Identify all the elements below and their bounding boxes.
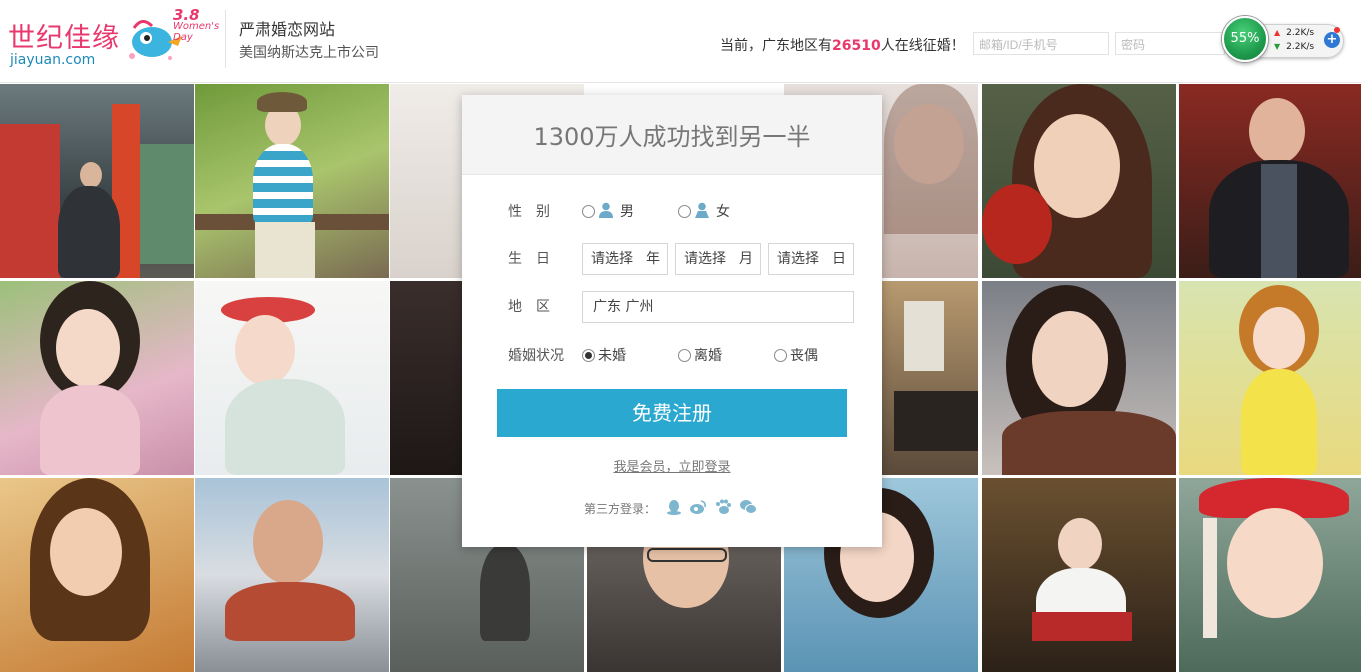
birth-day-select[interactable]: 请选择日: [768, 243, 854, 275]
womens-day-badge: 3.8 Women's Day: [173, 6, 220, 44]
site-title: 严肃婚恋网站: [239, 20, 336, 39]
marital-single-radio[interactable]: [582, 349, 595, 362]
region-label: 地 区: [508, 299, 550, 315]
notification-dot: [1334, 27, 1340, 33]
birthday-label: 生 日: [508, 251, 550, 267]
network-speed-widget[interactable]: 55% ▲ 2.2K/s ▼ 2.2K/s +: [1222, 16, 1344, 62]
region-row: 地 区 广东 广州: [462, 291, 882, 323]
upload-arrow-icon: ▲: [1274, 28, 1281, 37]
marital-widowed-radio[interactable]: [774, 349, 787, 362]
birthday-row: 生 日 请选择年 请选择月 请选择日: [462, 243, 882, 275]
online-count-text: 当前，广东地区有26510人在线征婚！: [720, 38, 965, 54]
region-select[interactable]: 广东 广州: [582, 291, 854, 323]
member-photo[interactable]: [195, 478, 389, 672]
free-register-button[interactable]: 免费注册: [497, 389, 847, 437]
member-photo[interactable]: [1179, 478, 1361, 672]
birth-month-select[interactable]: 请选择月: [675, 243, 761, 275]
password-input[interactable]: 密码: [1115, 32, 1225, 55]
birth-year-select[interactable]: 请选择年: [582, 243, 668, 275]
logo-en-text: jiayuan.com: [10, 52, 96, 68]
jiayuan-logo[interactable]: 世纪佳缘 jiayuan.com 3.8 Women's Day: [8, 8, 220, 76]
member-photo[interactable]: [982, 281, 1176, 475]
gender-label: 性 别: [508, 204, 550, 220]
account-input[interactable]: 邮箱/ID/手机号: [973, 32, 1109, 55]
download-speed: ▼ 2.2K/s: [1274, 42, 1315, 52]
marital-divorced-radio[interactable]: [678, 349, 691, 362]
wechat-icon[interactable]: [739, 499, 757, 515]
member-photo[interactable]: [982, 84, 1176, 278]
member-photo[interactable]: [195, 281, 389, 475]
gender-male-label: 男: [620, 204, 634, 220]
gender-row: 性 别 男 女: [462, 196, 882, 228]
member-photo[interactable]: [0, 84, 194, 278]
gender-female-radio[interactable]: [678, 205, 691, 218]
header-divider: [225, 10, 226, 68]
qq-icon[interactable]: [665, 499, 683, 515]
marital-widowed-label: 丧偶: [790, 348, 818, 364]
female-user-icon: [695, 202, 709, 218]
member-photo[interactable]: [0, 478, 194, 672]
plus-icon[interactable]: +: [1324, 32, 1340, 48]
marital-divorced-label: 离婚: [694, 348, 722, 364]
download-arrow-icon: ▼: [1274, 42, 1281, 51]
panel-headline: 1300万人成功找到另一半: [462, 95, 882, 175]
site-subtitle: 美国纳斯达克上市公司: [239, 45, 379, 61]
member-photo[interactable]: [0, 281, 194, 475]
speed-percent-circle[interactable]: 55%: [1222, 16, 1268, 62]
member-login-link[interactable]: 我是会员，立即登录: [462, 456, 882, 475]
marital-single-label: 未婚: [598, 348, 626, 364]
marital-row: 婚姻状况 未婚 离婚 丧偶: [462, 340, 882, 372]
online-count: 26510: [832, 38, 881, 54]
male-user-icon: [599, 202, 613, 218]
logo-cn-text: 世纪佳缘: [8, 23, 120, 54]
registration-panel: 1300万人成功找到另一半 性 别 男 女 生 日 请选择年 请选择月 请选择日…: [462, 95, 882, 547]
member-photo[interactable]: [1179, 281, 1361, 475]
member-photo[interactable]: [195, 84, 389, 278]
member-photo[interactable]: [982, 478, 1176, 672]
weibo-icon[interactable]: [689, 499, 707, 515]
third-party-login-label: 第三方登录：: [584, 502, 657, 516]
member-photo[interactable]: [1179, 84, 1361, 278]
marital-label: 婚姻状况: [508, 348, 564, 364]
gender-male-radio[interactable]: [582, 205, 595, 218]
baidu-icon[interactable]: [714, 499, 732, 515]
gender-female-label: 女: [716, 204, 730, 220]
upload-speed: ▲ 2.2K/s: [1274, 28, 1315, 38]
site-header: 世纪佳缘 jiayuan.com 3.8 Women's Day 严肃婚恋网站 …: [0, 0, 1361, 83]
